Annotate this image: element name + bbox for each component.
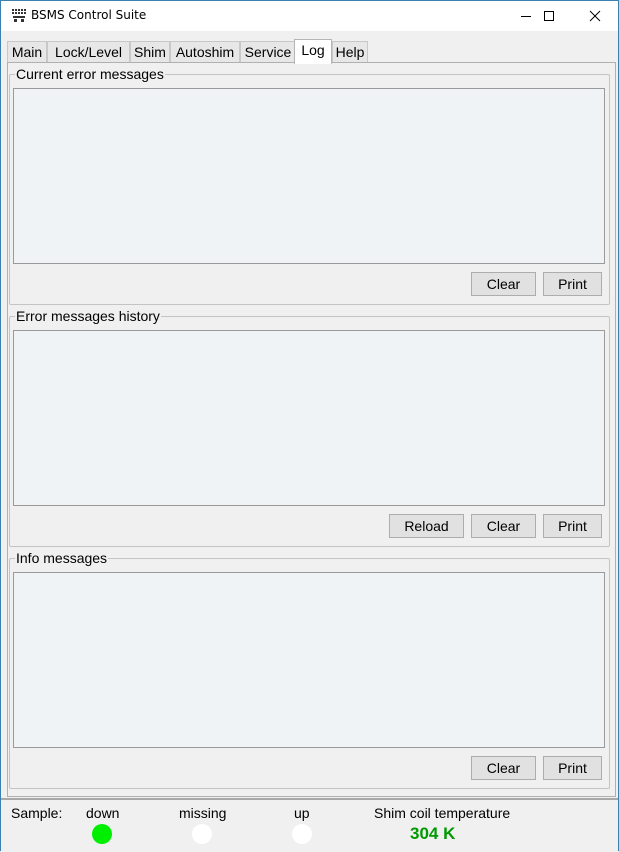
maximize-icon — [544, 11, 554, 21]
log-tab-panel: Current error messages Clear Print Error… — [7, 62, 616, 797]
maximize-button[interactable] — [526, 1, 572, 31]
tab-autoshim[interactable]: Autoshim — [170, 41, 240, 63]
down-label: down — [86, 805, 120, 821]
status-bar: Sample: down missing up Shim coil temper… — [1, 798, 618, 852]
shim-temp-label: Shim coil temperature — [374, 805, 511, 821]
window-title: BSMS Control Suite — [31, 8, 147, 22]
current-errors-textarea[interactable] — [13, 88, 605, 264]
down-led-indicator — [92, 824, 112, 844]
sample-label: Sample: — [11, 805, 63, 821]
app-icon — [11, 8, 27, 24]
error-history-group: Error messages history Reload Clear Prin… — [9, 308, 610, 547]
tab-help[interactable]: Help — [332, 41, 368, 63]
history-reload-button[interactable]: Reload — [389, 514, 464, 538]
close-icon — [589, 10, 601, 22]
shim-temp-value: 304 K — [410, 824, 456, 843]
history-clear-button[interactable]: Clear — [471, 514, 536, 538]
app-window: BSMS Control Suite Main Lock/Level Shim … — [0, 0, 619, 852]
current-errors-title: Current error messages — [15, 66, 165, 82]
current-clear-button[interactable]: Clear — [471, 272, 536, 296]
missing-led-indicator — [192, 824, 212, 844]
current-print-button[interactable]: Print — [543, 272, 602, 296]
missing-label: missing — [179, 805, 227, 821]
info-messages-title: Info messages — [15, 550, 109, 566]
tab-log[interactable]: Log — [294, 39, 332, 64]
tab-lock-level[interactable]: Lock/Level — [47, 41, 130, 63]
error-history-title: Error messages history — [15, 308, 161, 324]
tab-main[interactable]: Main — [7, 41, 47, 63]
current-errors-group: Current error messages Clear Print — [9, 66, 610, 305]
info-clear-button[interactable]: Clear — [471, 756, 536, 780]
info-messages-textarea[interactable] — [13, 572, 605, 748]
title-bar[interactable]: BSMS Control Suite — [1, 1, 618, 31]
tab-shim[interactable]: Shim — [130, 41, 170, 63]
up-led-indicator — [292, 824, 312, 844]
close-button[interactable] — [572, 1, 618, 31]
info-print-button[interactable]: Print — [543, 756, 602, 780]
up-label: up — [294, 805, 310, 821]
history-print-button[interactable]: Print — [543, 514, 602, 538]
tab-service[interactable]: Service — [240, 41, 296, 63]
error-history-textarea[interactable] — [13, 330, 605, 506]
info-messages-group: Info messages Clear Print — [9, 550, 610, 789]
